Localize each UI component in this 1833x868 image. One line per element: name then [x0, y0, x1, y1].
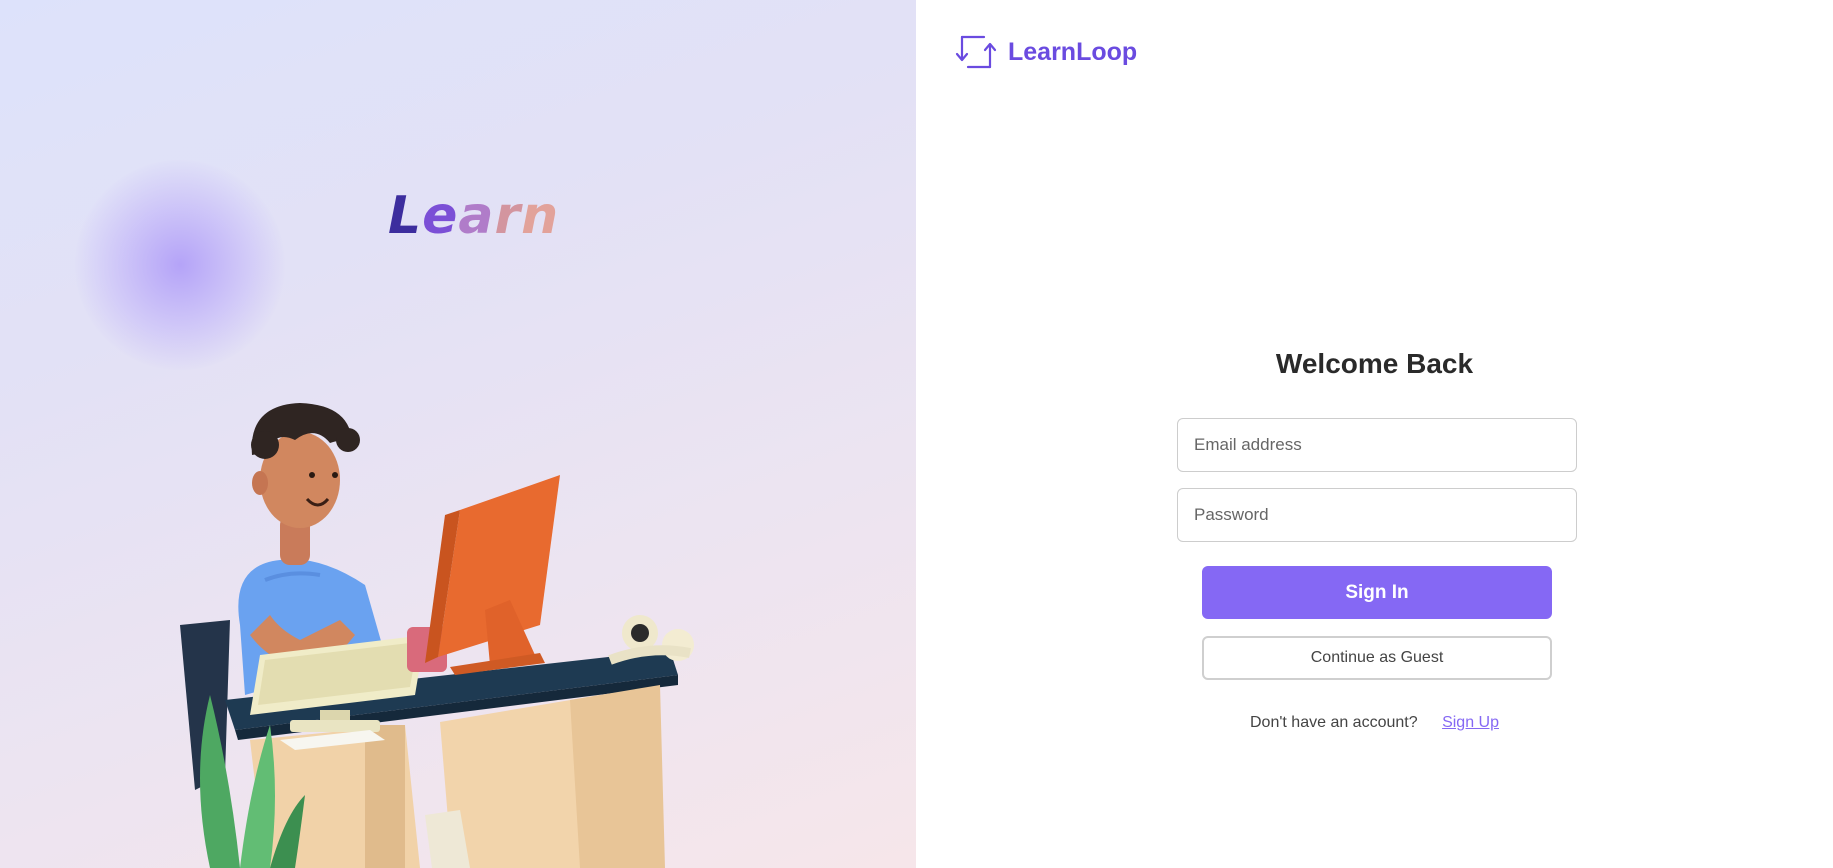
hero-panel: Learn	[0, 0, 916, 868]
sign-in-button[interactable]: Sign In	[1202, 566, 1552, 619]
hero-letter: a	[458, 186, 495, 246]
hero-letter: L	[388, 186, 423, 246]
login-page: Learn LearnLoop Welcome Back Email addre…	[0, 0, 1833, 868]
hero-letter: r	[494, 186, 522, 246]
brand-logo[interactable]: LearnLoop	[954, 33, 1137, 71]
page-title: Welcome Back	[1275, 348, 1474, 379]
sign-up-link[interactable]: Sign Up	[1442, 714, 1499, 731]
decorative-blob	[75, 160, 285, 370]
email-field[interactable]	[1177, 418, 1577, 472]
hero-letter: e	[422, 186, 459, 246]
loop-arrows-icon	[955, 35, 997, 69]
signup-prompt: Don't have an account?	[1250, 714, 1418, 731]
continue-as-guest-button[interactable]: Continue as Guest	[1202, 636, 1552, 680]
hero-letter: n	[521, 186, 560, 246]
signup-row: Don't have an account? Sign Up	[916, 714, 1833, 732]
login-panel: LearnLoop Welcome Back Sign In Continue …	[916, 0, 1833, 868]
brand-name: LearnLoop	[1008, 37, 1138, 66]
password-field[interactable]	[1177, 488, 1577, 542]
student-at-desk-illustration	[180, 403, 694, 868]
hero-learn-word: Learn	[388, 190, 559, 242]
